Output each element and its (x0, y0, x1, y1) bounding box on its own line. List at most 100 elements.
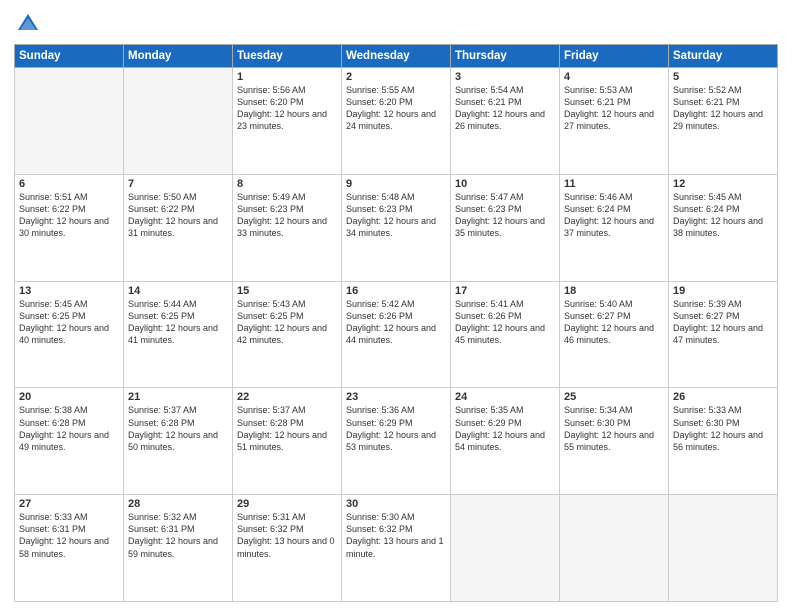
day-detail: Sunrise: 5:38 AM Sunset: 6:28 PM Dayligh… (19, 404, 119, 453)
calendar-cell: 22Sunrise: 5:37 AM Sunset: 6:28 PM Dayli… (233, 388, 342, 495)
calendar-cell (15, 68, 124, 175)
day-number: 13 (19, 285, 119, 297)
day-number: 19 (673, 285, 773, 297)
calendar-cell: 3Sunrise: 5:54 AM Sunset: 6:21 PM Daylig… (451, 68, 560, 175)
calendar-cell: 1Sunrise: 5:56 AM Sunset: 6:20 PM Daylig… (233, 68, 342, 175)
calendar-cell: 5Sunrise: 5:52 AM Sunset: 6:21 PM Daylig… (669, 68, 778, 175)
day-detail: Sunrise: 5:30 AM Sunset: 6:32 PM Dayligh… (346, 511, 446, 560)
calendar-cell: 14Sunrise: 5:44 AM Sunset: 6:25 PM Dayli… (124, 281, 233, 388)
day-detail: Sunrise: 5:44 AM Sunset: 6:25 PM Dayligh… (128, 298, 228, 347)
day-number: 29 (237, 498, 337, 510)
day-header-sunday: Sunday (15, 45, 124, 68)
calendar-week-0: 1Sunrise: 5:56 AM Sunset: 6:20 PM Daylig… (15, 68, 778, 175)
day-number: 21 (128, 391, 228, 403)
calendar-cell: 26Sunrise: 5:33 AM Sunset: 6:30 PM Dayli… (669, 388, 778, 495)
day-number: 5 (673, 71, 773, 83)
day-number: 10 (455, 178, 555, 190)
calendar-cell: 19Sunrise: 5:39 AM Sunset: 6:27 PM Dayli… (669, 281, 778, 388)
calendar-cell: 8Sunrise: 5:49 AM Sunset: 6:23 PM Daylig… (233, 174, 342, 281)
calendar-week-1: 6Sunrise: 5:51 AM Sunset: 6:22 PM Daylig… (15, 174, 778, 281)
day-detail: Sunrise: 5:37 AM Sunset: 6:28 PM Dayligh… (128, 404, 228, 453)
day-detail: Sunrise: 5:31 AM Sunset: 6:32 PM Dayligh… (237, 511, 337, 560)
day-detail: Sunrise: 5:49 AM Sunset: 6:23 PM Dayligh… (237, 191, 337, 240)
day-detail: Sunrise: 5:56 AM Sunset: 6:20 PM Dayligh… (237, 84, 337, 133)
day-detail: Sunrise: 5:39 AM Sunset: 6:27 PM Dayligh… (673, 298, 773, 347)
day-header-thursday: Thursday (451, 45, 560, 68)
calendar-cell: 11Sunrise: 5:46 AM Sunset: 6:24 PM Dayli… (560, 174, 669, 281)
day-number: 8 (237, 178, 337, 190)
day-detail: Sunrise: 5:40 AM Sunset: 6:27 PM Dayligh… (564, 298, 664, 347)
page: SundayMondayTuesdayWednesdayThursdayFrid… (0, 0, 792, 612)
day-number: 9 (346, 178, 446, 190)
day-header-wednesday: Wednesday (342, 45, 451, 68)
header (14, 10, 778, 38)
day-detail: Sunrise: 5:48 AM Sunset: 6:23 PM Dayligh… (346, 191, 446, 240)
calendar-cell: 21Sunrise: 5:37 AM Sunset: 6:28 PM Dayli… (124, 388, 233, 495)
calendar-cell (669, 495, 778, 602)
day-number: 26 (673, 391, 773, 403)
day-number: 28 (128, 498, 228, 510)
logo-icon (14, 10, 42, 38)
day-number: 15 (237, 285, 337, 297)
day-number: 22 (237, 391, 337, 403)
calendar-cell: 30Sunrise: 5:30 AM Sunset: 6:32 PM Dayli… (342, 495, 451, 602)
day-number: 7 (128, 178, 228, 190)
day-number: 11 (564, 178, 664, 190)
calendar-cell: 24Sunrise: 5:35 AM Sunset: 6:29 PM Dayli… (451, 388, 560, 495)
calendar-cell: 9Sunrise: 5:48 AM Sunset: 6:23 PM Daylig… (342, 174, 451, 281)
day-number: 27 (19, 498, 119, 510)
day-header-tuesday: Tuesday (233, 45, 342, 68)
day-number: 20 (19, 391, 119, 403)
day-detail: Sunrise: 5:32 AM Sunset: 6:31 PM Dayligh… (128, 511, 228, 560)
day-detail: Sunrise: 5:45 AM Sunset: 6:24 PM Dayligh… (673, 191, 773, 240)
calendar-cell: 27Sunrise: 5:33 AM Sunset: 6:31 PM Dayli… (15, 495, 124, 602)
calendar-cell: 16Sunrise: 5:42 AM Sunset: 6:26 PM Dayli… (342, 281, 451, 388)
day-detail: Sunrise: 5:33 AM Sunset: 6:30 PM Dayligh… (673, 404, 773, 453)
day-number: 1 (237, 71, 337, 83)
calendar-cell: 29Sunrise: 5:31 AM Sunset: 6:32 PM Dayli… (233, 495, 342, 602)
day-number: 30 (346, 498, 446, 510)
day-number: 14 (128, 285, 228, 297)
calendar-cell: 4Sunrise: 5:53 AM Sunset: 6:21 PM Daylig… (560, 68, 669, 175)
calendar-cell: 23Sunrise: 5:36 AM Sunset: 6:29 PM Dayli… (342, 388, 451, 495)
day-detail: Sunrise: 5:47 AM Sunset: 6:23 PM Dayligh… (455, 191, 555, 240)
day-detail: Sunrise: 5:33 AM Sunset: 6:31 PM Dayligh… (19, 511, 119, 560)
logo (14, 10, 44, 38)
day-number: 16 (346, 285, 446, 297)
calendar-cell: 25Sunrise: 5:34 AM Sunset: 6:30 PM Dayli… (560, 388, 669, 495)
day-number: 2 (346, 71, 446, 83)
calendar-cell: 20Sunrise: 5:38 AM Sunset: 6:28 PM Dayli… (15, 388, 124, 495)
calendar-week-4: 27Sunrise: 5:33 AM Sunset: 6:31 PM Dayli… (15, 495, 778, 602)
day-number: 3 (455, 71, 555, 83)
day-header-saturday: Saturday (669, 45, 778, 68)
day-detail: Sunrise: 5:36 AM Sunset: 6:29 PM Dayligh… (346, 404, 446, 453)
day-detail: Sunrise: 5:34 AM Sunset: 6:30 PM Dayligh… (564, 404, 664, 453)
calendar-cell: 13Sunrise: 5:45 AM Sunset: 6:25 PM Dayli… (15, 281, 124, 388)
calendar-cell (560, 495, 669, 602)
calendar-cell: 2Sunrise: 5:55 AM Sunset: 6:20 PM Daylig… (342, 68, 451, 175)
calendar-header-row: SundayMondayTuesdayWednesdayThursdayFrid… (15, 45, 778, 68)
calendar-cell (124, 68, 233, 175)
day-detail: Sunrise: 5:37 AM Sunset: 6:28 PM Dayligh… (237, 404, 337, 453)
calendar-cell: 17Sunrise: 5:41 AM Sunset: 6:26 PM Dayli… (451, 281, 560, 388)
day-detail: Sunrise: 5:50 AM Sunset: 6:22 PM Dayligh… (128, 191, 228, 240)
calendar-week-3: 20Sunrise: 5:38 AM Sunset: 6:28 PM Dayli… (15, 388, 778, 495)
day-detail: Sunrise: 5:41 AM Sunset: 6:26 PM Dayligh… (455, 298, 555, 347)
calendar-cell (451, 495, 560, 602)
calendar-cell: 12Sunrise: 5:45 AM Sunset: 6:24 PM Dayli… (669, 174, 778, 281)
calendar-cell: 6Sunrise: 5:51 AM Sunset: 6:22 PM Daylig… (15, 174, 124, 281)
day-detail: Sunrise: 5:46 AM Sunset: 6:24 PM Dayligh… (564, 191, 664, 240)
day-detail: Sunrise: 5:42 AM Sunset: 6:26 PM Dayligh… (346, 298, 446, 347)
day-number: 6 (19, 178, 119, 190)
day-detail: Sunrise: 5:52 AM Sunset: 6:21 PM Dayligh… (673, 84, 773, 133)
day-number: 12 (673, 178, 773, 190)
calendar-cell: 10Sunrise: 5:47 AM Sunset: 6:23 PM Dayli… (451, 174, 560, 281)
day-number: 17 (455, 285, 555, 297)
day-number: 25 (564, 391, 664, 403)
calendar-cell: 28Sunrise: 5:32 AM Sunset: 6:31 PM Dayli… (124, 495, 233, 602)
day-header-friday: Friday (560, 45, 669, 68)
day-number: 18 (564, 285, 664, 297)
day-number: 23 (346, 391, 446, 403)
calendar-cell: 7Sunrise: 5:50 AM Sunset: 6:22 PM Daylig… (124, 174, 233, 281)
day-number: 4 (564, 71, 664, 83)
